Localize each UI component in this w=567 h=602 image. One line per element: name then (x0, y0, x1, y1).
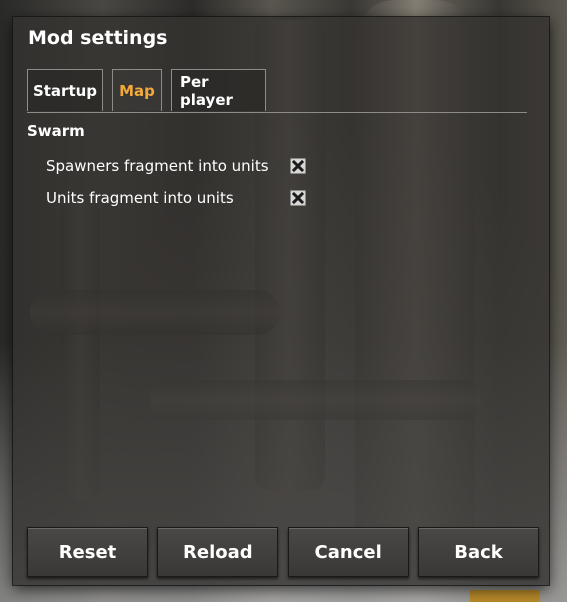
tab-divider (27, 112, 527, 113)
setting-label: Spawners fragment into units (46, 157, 269, 175)
dialog-title: Mod settings (28, 27, 168, 49)
x-mark-icon (291, 159, 305, 173)
setting-row: Units fragment into units (46, 186, 306, 210)
reset-button[interactable]: Reset (27, 527, 148, 577)
mod-settings-dialog: Mod settings Startup Map Per player Swar… (13, 17, 549, 585)
tab-startup[interactable]: Startup (27, 69, 103, 111)
units-fragment-checkbox[interactable] (290, 190, 306, 206)
tab-bar: Startup Map Per player (27, 69, 275, 113)
setting-row: Spawners fragment into units (46, 154, 306, 178)
setting-label: Units fragment into units (46, 189, 234, 207)
button-bar: Reset Reload Cancel Back (27, 527, 539, 577)
reload-button[interactable]: Reload (157, 527, 279, 577)
background-detail (470, 590, 540, 602)
tab-per-player[interactable]: Per player (171, 69, 266, 111)
x-mark-icon (291, 191, 305, 205)
cancel-button[interactable]: Cancel (287, 527, 409, 577)
spawners-fragment-checkbox[interactable] (290, 158, 306, 174)
tab-map[interactable]: Map (112, 69, 162, 111)
section-title: Swarm (27, 122, 85, 140)
back-button[interactable]: Back (417, 527, 539, 577)
